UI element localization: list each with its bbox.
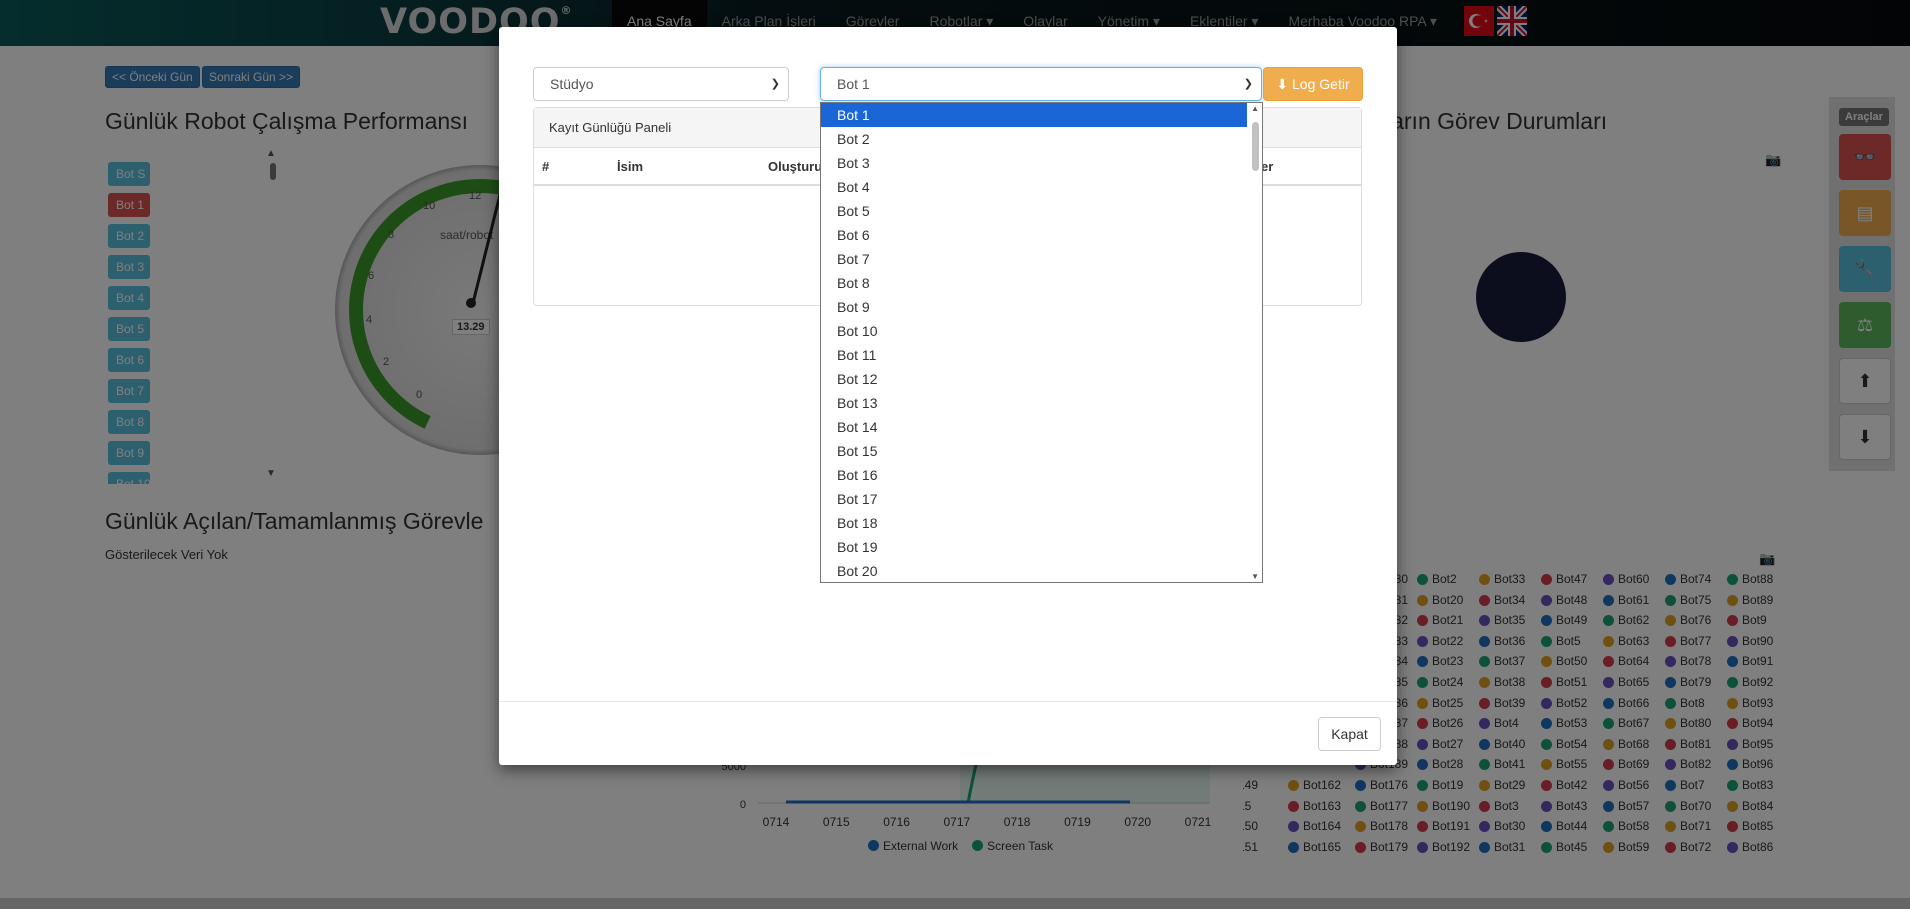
bot-select-value: Bot 1 [837,76,870,92]
dropdown-option[interactable]: Bot 3 [821,151,1247,175]
modal-footer [499,701,1397,765]
dropdown-option[interactable]: Bot 20 [821,559,1247,582]
dropdown-scrollbar[interactable]: ▲ ▼ [1247,103,1262,582]
log-button-label: Log Getir [1292,76,1350,92]
dropdown-option[interactable]: Bot 7 [821,247,1247,271]
dropdown-option[interactable]: Bot 14 [821,415,1247,439]
dropdown-option[interactable]: Bot 11 [821,343,1247,367]
dropdown-option[interactable]: Bot 2 [821,127,1247,151]
dropdown-option[interactable]: Bot 9 [821,295,1247,319]
page: VOODOO® Ana Sayfa Arka Plan İşleri Görev… [0,0,1910,909]
bot-select-dropdown[interactable]: Bot 1 Bot 2 Bot 3 Bot 4 Bot 5 Bot 6 Bot 7 Bot 8… [820,102,1263,583]
scroll-up-icon[interactable]: ▲ [1251,104,1259,113]
chevron-down-icon: ❯ [1243,78,1253,90]
dropdown-option[interactable]: Bot 1 [821,103,1247,127]
scroll-thumb[interactable] [1252,122,1259,171]
bot-select[interactable]: Bot 1 ❯ [820,67,1262,101]
dropdown-option[interactable]: Bot 15 [821,439,1247,463]
dropdown-option[interactable]: Bot 19 [821,535,1247,559]
dropdown-option[interactable]: Bot 10 [821,319,1247,343]
dropdown-option[interactable]: Bot 6 [821,223,1247,247]
dropdown-option[interactable]: Bot 16 [821,463,1247,487]
log-getir-button[interactable]: ⬇ Log Getir [1263,67,1363,101]
download-icon: ⬇ [1276,76,1289,92]
dropdown-option[interactable]: Bot 17 [821,487,1247,511]
dropdown-option[interactable]: Bot 4 [821,175,1247,199]
dropdown-list: Bot 1 Bot 2 Bot 3 Bot 4 Bot 5 Bot 6 Bot 7 Bot 8… [821,103,1262,582]
dropdown-option[interactable]: Bot 18 [821,511,1247,535]
column-header: İsim [617,159,644,174]
column-header: Oluşturu [768,159,823,174]
dropdown-option[interactable]: Bot 8 [821,271,1247,295]
column-header: # [542,159,550,174]
scroll-down-icon[interactable]: ▼ [1251,572,1259,581]
studio-select-value: Stüdyo [550,76,594,92]
dropdown-option[interactable]: Bot 13 [821,391,1247,415]
studio-select[interactable]: Stüdyo ❯ [533,67,789,101]
dropdown-option[interactable]: Bot 5 [821,199,1247,223]
dropdown-option[interactable]: Bot 12 [821,367,1247,391]
close-button[interactable]: Kapat [1318,717,1381,751]
chevron-down-icon: ❯ [770,78,780,90]
